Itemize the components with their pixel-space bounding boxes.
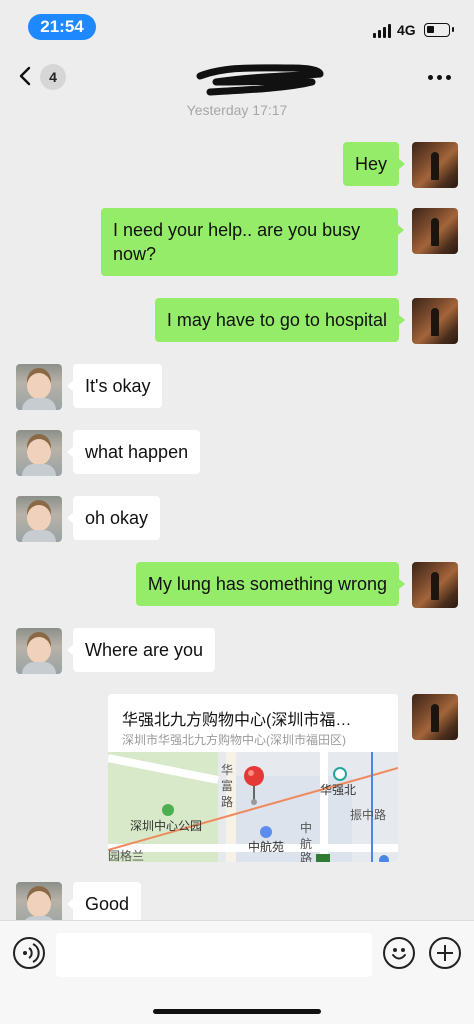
message-bubble-received[interactable]: what happen — [66, 430, 201, 474]
map-label: 路 — [221, 794, 233, 809]
plus-button[interactable] — [429, 937, 461, 969]
contact-avatar[interactable] — [16, 430, 62, 476]
back-button[interactable]: 4 — [14, 62, 74, 92]
my-avatar[interactable] — [412, 694, 458, 740]
status-bar: 21:54 4G — [0, 0, 474, 48]
message-bubble-sent[interactable]: I may have to go to hospital — [154, 298, 406, 342]
message-bubble-sent[interactable]: My lung has something wrong — [135, 562, 406, 606]
location-address: 深圳市华强北九方购物中心(深圳市福田区) — [122, 733, 346, 747]
message-bubble-sent[interactable]: I need your help.. are you busy now? — [101, 208, 404, 276]
battery-icon — [424, 23, 454, 37]
map-label: 华强北 — [320, 783, 356, 797]
location-title: 华强北九方购物中心(深圳市福… — [122, 712, 352, 729]
map-label: 园格兰 — [108, 848, 144, 862]
message-bubble-received[interactable]: oh okay — [66, 496, 161, 540]
map-label: 深圳中心公园 — [130, 818, 202, 833]
home-indicator — [153, 1009, 321, 1014]
voice-button[interactable] — [13, 937, 45, 969]
my-avatar[interactable] — [412, 562, 458, 608]
contact-avatar[interactable] — [16, 496, 62, 542]
signal-icon — [373, 24, 393, 38]
more-button[interactable] — [426, 72, 454, 84]
emoji-button[interactable] — [383, 937, 415, 969]
message-bubble-sent[interactable]: Hey — [342, 142, 406, 186]
message-bubble-received[interactable]: Where are you — [66, 628, 216, 672]
emoji-icon — [392, 948, 406, 960]
map-label: 振中路 — [350, 807, 386, 822]
map-label: 富 — [221, 778, 233, 793]
map-label: 中航苑 — [248, 839, 284, 854]
map-label: 路 — [300, 850, 312, 862]
contact-avatar[interactable] — [16, 628, 62, 674]
unread-count-badge: 4 — [40, 64, 66, 90]
my-avatar[interactable] — [412, 208, 458, 254]
chevron-left-icon — [19, 66, 31, 86]
location-map: 华 富 路 华强北 振中路 深圳中心公园 中航苑 中 航 路 园格兰 — [108, 752, 398, 862]
message-input[interactable] — [56, 933, 372, 977]
map-label: 华 — [221, 763, 233, 777]
chat-header: 4 — [0, 50, 474, 102]
plus-icon — [437, 945, 453, 961]
map-label: 中 — [300, 820, 312, 835]
my-avatar[interactable] — [412, 142, 458, 188]
map-label: 航 — [300, 836, 312, 851]
voice-icon — [23, 943, 40, 963]
status-time: 21:54 — [28, 14, 96, 40]
message-bubble-received[interactable]: It's okay — [66, 364, 163, 408]
contact-avatar[interactable] — [16, 364, 62, 410]
input-bar — [0, 920, 474, 1024]
redacted-contact-name — [196, 64, 324, 96]
network-type: 4G — [397, 22, 416, 38]
location-card[interactable]: 华强北九方购物中心(深圳市福… 深圳市华强北九方购物中心(深圳市福田区) 华 富… — [108, 694, 398, 862]
message-timestamp: Yesterday 17:17 — [186, 102, 288, 118]
my-avatar[interactable] — [412, 298, 458, 344]
